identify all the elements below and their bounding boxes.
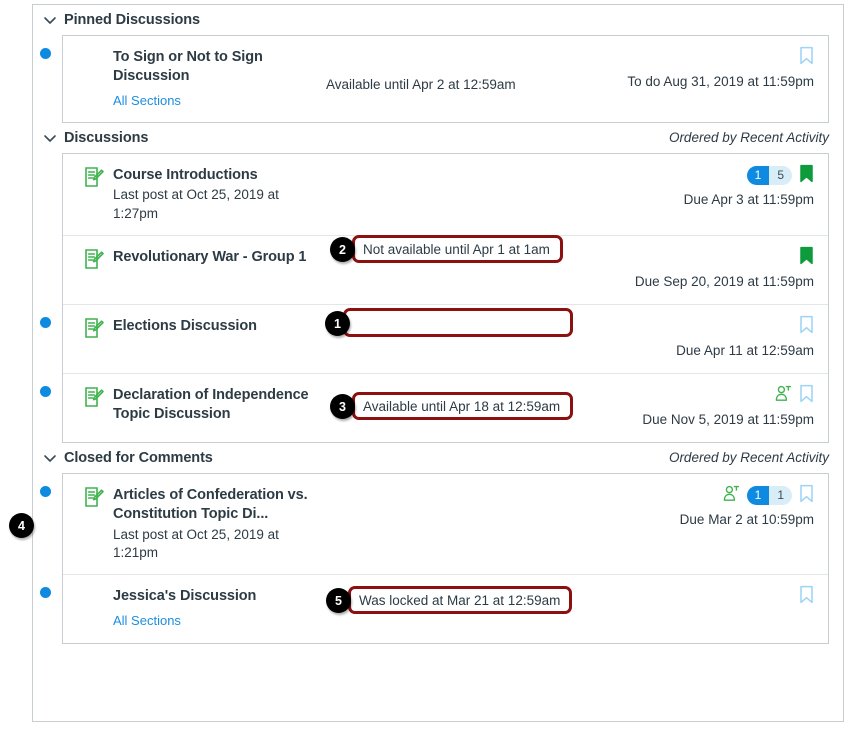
discussion-title[interactable]: To Sign or Not to Sign Discussion — [113, 48, 334, 86]
unread-indicator — [40, 48, 51, 59]
discussion-row[interactable]: To Sign or Not to Sign Discussion All Sec… — [40, 36, 828, 122]
due-date-text: Due Nov 5, 2019 at 11:59pm — [642, 411, 814, 427]
unread-reply-count: 1 — [746, 166, 770, 186]
status-icons — [799, 246, 814, 270]
discussion-row-meta: 1 1 Due Mar 2 at 10:59pm — [584, 484, 814, 527]
due-date-text: Due Apr 11 at 12:59am — [676, 342, 814, 358]
peer-review-icon[interactable] — [775, 385, 792, 407]
availability-cell — [334, 166, 584, 210]
discussion-row[interactable]: Articles of Confederation vs. Constituti… — [40, 474, 828, 574]
callout-number-4: 4 — [9, 513, 34, 538]
section-title: Pinned Discussions — [64, 12, 200, 28]
unread-indicator — [40, 485, 51, 497]
section-title: Closed for Comments — [64, 449, 213, 466]
discussion-icon — [83, 248, 105, 270]
callout-number-1: 1 — [325, 311, 350, 336]
due-date-text: Due Mar 2 at 10:59pm — [679, 511, 814, 527]
callout-text: Not available until Apr 1 at 1am — [363, 241, 550, 257]
discussion-title[interactable]: Articles of Confederation vs. Constituti… — [113, 486, 334, 524]
total-reply-count: 5 — [769, 166, 792, 186]
due-date-text: Due Sep 20, 2019 at 11:59pm — [634, 273, 814, 289]
discussion-title[interactable]: Elections Discussion — [113, 317, 334, 336]
bookmark-filled-icon[interactable] — [799, 246, 814, 270]
discussion-icon — [83, 166, 105, 188]
bookmark-filled-icon[interactable] — [799, 164, 814, 188]
discussion-row-meta: 1 5 Due Apr 3 at 11:59pm — [584, 164, 814, 207]
status-icons — [799, 585, 814, 609]
bookmark-outline-icon[interactable] — [799, 384, 814, 408]
availability-cell: Available until Apr 2 at 12:59am — [326, 48, 584, 92]
bookmark-outline-icon[interactable] — [799, 585, 814, 609]
discussion-title[interactable]: Jessica's Discussion — [113, 587, 334, 606]
discussion-row-main: Jessica's Discussion All Sections — [113, 587, 334, 630]
bookmark-outline-icon[interactable] — [799, 484, 814, 508]
section-header[interactable]: Discussions Ordered by Recent Activity — [33, 123, 843, 153]
section-order-by: Ordered by Recent Activity — [668, 450, 829, 466]
callout-number-3: 3 — [330, 394, 355, 419]
discussions-page-frame: Pinned Discussions To Sign or Not to Sign… — [32, 4, 844, 722]
status-icons — [775, 384, 814, 408]
availability-text: Available until Apr 2 at 12:59am — [326, 77, 516, 92]
discussion-title[interactable]: Declaration of Independence Topic Discus… — [113, 386, 334, 424]
chevron-down-icon[interactable] — [43, 13, 57, 27]
unread-reply-count: 1 — [746, 486, 770, 506]
callout-box-3: Available until Apr 18 at 12:59am — [352, 392, 573, 420]
chevron-down-icon[interactable] — [43, 131, 57, 145]
status-icons — [799, 46, 814, 70]
discussion-card: To Sign or Not to Sign Discussion All Sec… — [40, 35, 829, 123]
total-reply-count: 1 — [769, 486, 792, 506]
section-header[interactable]: Closed for Comments Ordered by Recent Act… — [33, 443, 843, 473]
unread-indicator — [40, 586, 51, 598]
callout-box-2: Not available until Apr 1 at 1am — [352, 235, 563, 263]
status-icons: 15 — [746, 164, 814, 188]
peer-review-icon[interactable] — [723, 485, 740, 507]
discussion-row-main: Course Introductions Last post at Oct 25,… — [113, 166, 334, 223]
last-post-text: Last post at Oct 25, 2019 at 1:27pm — [113, 187, 279, 221]
discussion-row-main: Revolutionary War - Group 1 — [113, 248, 334, 267]
bookmark-outline-icon[interactable] — [799, 46, 814, 70]
discussion-row-meta: Due Nov 5, 2019 at 11:59pm — [584, 384, 814, 427]
status-icons — [799, 315, 814, 339]
discussion-icon — [83, 486, 105, 508]
bookmark-outline-icon[interactable] — [799, 315, 814, 339]
section-title: Discussions — [64, 129, 149, 146]
status-icons: 11 — [723, 484, 814, 508]
callout-number-2: 2 — [330, 237, 355, 262]
discussion-row-meta: Due Sep 20, 2019 at 11:59pm — [584, 246, 814, 289]
discussion-icon — [83, 317, 105, 339]
availability-cell — [334, 486, 584, 530]
discussion-title[interactable]: Course Introductions — [113, 166, 334, 185]
unread-indicator — [40, 385, 51, 397]
discussion-section: Pinned Discussions To Sign or Not to Sign… — [33, 5, 843, 123]
last-post-text: Last post at Oct 25, 2019 at 1:21pm — [113, 526, 279, 560]
due-date-text: Due Apr 3 at 11:59pm — [683, 191, 814, 207]
callout-box-1 — [343, 308, 573, 337]
section-order-by: Ordered by Recent Activity — [668, 130, 829, 146]
section-link[interactable]: All Sections — [113, 613, 334, 630]
discussion-row-meta: Due Apr 11 at 12:59am — [584, 315, 814, 358]
reply-count-pill: 15 — [746, 166, 792, 186]
discussion-row-main: To Sign or Not to Sign Discussion All Sec… — [113, 48, 334, 110]
due-date-text: To do Aug 31, 2019 at 11:59pm — [627, 74, 814, 89]
discussion-row-meta — [584, 585, 814, 613]
discussion-row-main: Declaration of Independence Topic Discus… — [113, 386, 334, 424]
discussion-title[interactable]: Revolutionary War - Group 1 — [113, 248, 334, 267]
section-link[interactable]: All Sections — [113, 93, 334, 110]
discussion-row[interactable]: Course Introductions Last post at Oct 25,… — [63, 154, 828, 235]
callout-number-5: 5 — [326, 588, 351, 613]
section-header[interactable]: Pinned Discussions — [33, 5, 843, 35]
discussion-row-meta: To do Aug 31, 2019 at 11:59pm — [584, 46, 814, 89]
discussion-icon — [83, 386, 105, 408]
callout-text: Was locked at Mar 21 at 12:59am — [359, 592, 561, 608]
discussion-row-main: Articles of Confederation vs. Constituti… — [113, 486, 334, 562]
discussion-row-main: Elections Discussion — [113, 317, 334, 336]
chevron-down-icon[interactable] — [43, 451, 57, 465]
reply-count-pill: 11 — [746, 486, 792, 506]
callout-box-5: Was locked at Mar 21 at 12:59am — [348, 586, 572, 614]
unread-indicator — [40, 316, 51, 328]
callout-text: Available until Apr 18 at 12:59am — [363, 398, 561, 414]
discussion-card: Articles of Confederation vs. Constituti… — [40, 472, 829, 644]
